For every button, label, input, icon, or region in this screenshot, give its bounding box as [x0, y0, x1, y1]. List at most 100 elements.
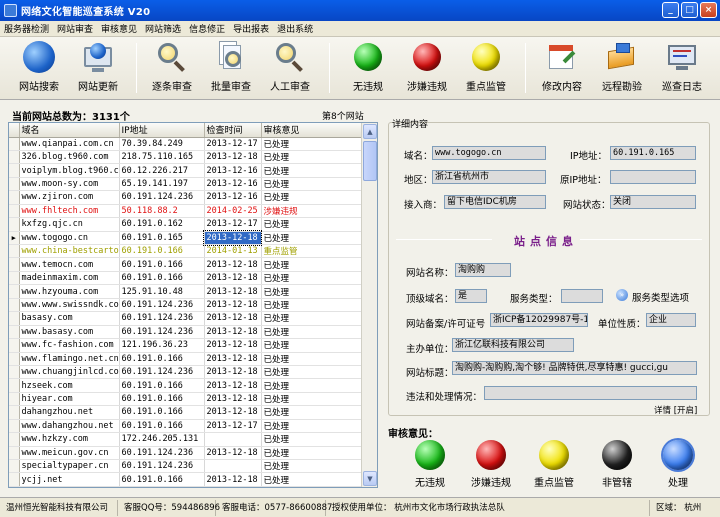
- batch-review-button[interactable]: 批量审查: [202, 41, 260, 97]
- cell-ip[interactable]: 60.191.124.236: [119, 446, 205, 461]
- row-indicator[interactable]: [9, 392, 20, 407]
- review-not-jurisdiction-button[interactable]: 非管辖: [587, 440, 647, 489]
- row-indicator[interactable]: [9, 325, 20, 340]
- row-indicator[interactable]: [9, 378, 20, 393]
- cell-ip[interactable]: 121.196.36.23: [119, 338, 205, 353]
- row-indicator[interactable]: [9, 217, 20, 232]
- cell-review[interactable]: 涉嫌违规: [261, 204, 363, 219]
- cell-domain[interactable]: www.china-bestcartoo: [19, 244, 120, 259]
- cell-domain[interactable]: www.fhltech.com: [19, 204, 120, 219]
- cell-review[interactable]: 已处理: [261, 177, 363, 192]
- cell-check-time[interactable]: 2013-12-17: [204, 419, 262, 434]
- cell-review[interactable]: 已处理: [261, 163, 363, 178]
- cell-ip[interactable]: 60.191.0.166: [119, 392, 205, 407]
- cell-check-time[interactable]: 2013-12-18: [203, 230, 262, 246]
- modify-content-button[interactable]: 修改内容: [533, 41, 591, 97]
- cell-check-time[interactable]: 2013-12-18: [204, 325, 262, 340]
- cell-check-time[interactable]: 2013-12-18: [204, 405, 262, 420]
- cell-check-time[interactable]: 2013-12-18: [204, 311, 262, 326]
- cell-review[interactable]: 重点监管: [261, 244, 363, 259]
- table-row[interactable]: voiplym.blog.t960.co 60.12.226.217 2013-12…: [9, 163, 363, 178]
- cell-ip[interactable]: 60.191.0.166: [119, 271, 205, 286]
- cell-review[interactable]: 已处理: [261, 190, 363, 205]
- cell-domain[interactable]: www.hzkzy.com: [19, 432, 120, 447]
- cell-review[interactable]: 已处理: [261, 352, 363, 366]
- cell-check-time[interactable]: 2014-01-13: [204, 244, 262, 259]
- review-process-button[interactable]: 处理: [648, 440, 708, 489]
- cell-domain[interactable]: kxfzg.qjc.cn: [19, 217, 120, 232]
- grid-scrollbar[interactable]: ▲ ▼: [361, 123, 377, 487]
- site-search-button[interactable]: 网站搜索: [10, 41, 68, 97]
- cell-review[interactable]: 已处理: [261, 150, 363, 165]
- maximize-button[interactable]: □: [681, 2, 698, 18]
- table-row[interactable]: hzseek.com 60.191.0.166 2013-12-18 已处理: [9, 378, 363, 393]
- row-indicator[interactable]: [9, 365, 20, 380]
- review-key-supervision-button[interactable]: 重点监管: [524, 440, 584, 489]
- cell-domain[interactable]: www.fc-fashion.com: [19, 338, 120, 353]
- cell-review[interactable]: 已处理: [261, 432, 363, 447]
- row-indicator[interactable]: [9, 446, 20, 461]
- table-row[interactable]: www.hzyouma.com 125.91.10.48 2013-12-18 已处理: [9, 284, 363, 299]
- region-field[interactable]: 浙江省杭州市: [432, 170, 546, 184]
- table-row[interactable]: kxfzg.qjc.cn 60.191.0.162 2013-12-17 已处理: [9, 217, 363, 232]
- cell-domain[interactable]: 326.blog.t960.com: [19, 150, 120, 165]
- cell-domain[interactable]: www.qianpai.com.cn: [19, 137, 120, 151]
- cell-ip[interactable]: 60.191.124.236: [119, 311, 205, 326]
- item-review-button[interactable]: 逐条审查: [143, 41, 201, 97]
- table-row[interactable]: www.chuangjinlcd.com 60.191.124.236 2013-1…: [9, 365, 363, 380]
- row-indicator[interactable]: [9, 311, 20, 326]
- cell-review[interactable]: 已处理: [261, 365, 363, 380]
- table-row[interactable]: www.meicun.gov.cn 60.191.124.236 2013-12-1…: [9, 446, 363, 461]
- col-domain[interactable]: 域名: [19, 123, 120, 138]
- cell-domain[interactable]: www.flamingo.net.cn: [19, 352, 120, 366]
- cell-ip[interactable]: 65.19.141.197: [119, 177, 205, 192]
- cell-review[interactable]: 已处理: [261, 459, 363, 474]
- table-row[interactable]: www.basasy.com 60.191.124.236 2013-12-18 已处…: [9, 325, 363, 340]
- cell-review[interactable]: 已处理: [261, 325, 363, 340]
- cell-ip[interactable]: 50.118.88.2: [119, 204, 205, 219]
- cell-review[interactable]: 已处理: [261, 231, 363, 246]
- cell-ip[interactable]: 60.191.0.166: [119, 352, 205, 366]
- cell-ip[interactable]: 60.191.0.166: [119, 244, 205, 259]
- cell-check-time[interactable]: [204, 432, 262, 447]
- ip-field[interactable]: 60.191.0.165: [610, 146, 696, 160]
- row-indicator[interactable]: [9, 405, 20, 420]
- site-grid[interactable]: 域名 IP地址 检查时间 审核意见 www.qianpai.com.cn 70.3…: [8, 122, 378, 488]
- cell-review[interactable]: 已处理: [261, 419, 363, 434]
- unit-nature-field[interactable]: 企业: [646, 313, 696, 327]
- minimize-button[interactable]: _: [662, 2, 679, 18]
- row-indicator[interactable]: [9, 190, 20, 205]
- row-indicator[interactable]: [9, 459, 20, 474]
- cell-review[interactable]: 已处理: [261, 284, 363, 299]
- cell-domain[interactable]: hzseek.com: [19, 378, 120, 393]
- menu-review-opinion[interactable]: 审核意见: [101, 22, 137, 35]
- cell-review[interactable]: 已处理: [261, 298, 363, 313]
- remote-check-button[interactable]: 远程勘验: [593, 41, 651, 97]
- cell-review[interactable]: 已处理: [261, 405, 363, 420]
- menu-site-review[interactable]: 网站审查: [57, 22, 93, 35]
- table-row[interactable]: specialtypaper.cn 60.191.124.236 已处理: [9, 459, 363, 474]
- table-row[interactable]: madeinmaxim.com 60.191.0.166 2013-12-18 已处理: [9, 271, 363, 286]
- table-row[interactable]: 326.blog.t960.com 218.75.110.165 2013-12-1…: [9, 150, 363, 165]
- cell-review[interactable]: 已处理: [261, 311, 363, 326]
- menu-info-fix[interactable]: 信息修正: [189, 22, 225, 35]
- patrol-log-button[interactable]: 巡查日志: [653, 41, 711, 97]
- cell-ip[interactable]: 70.39.84.249: [119, 137, 205, 151]
- cell-domain[interactable]: madeinmaxim.com: [19, 271, 120, 286]
- site-update-button[interactable]: 网站更新: [69, 41, 127, 97]
- row-indicator[interactable]: ▶: [9, 231, 20, 246]
- cell-check-time[interactable]: 2013-12-18: [204, 378, 262, 393]
- table-row[interactable]: www.qianpai.com.cn 70.39.84.249 2013-12-17…: [9, 137, 363, 151]
- table-row[interactable]: www.zjiron.com 60.191.124.236 2013-12-16 已处…: [9, 190, 363, 205]
- cell-domain[interactable]: www.meicun.gov.cn: [19, 446, 120, 461]
- table-row[interactable]: www.moon-sy.com 65.19.141.197 2013-12-16 已处…: [9, 177, 363, 192]
- cell-review[interactable]: 已处理: [261, 446, 363, 461]
- domain-field[interactable]: www.togogo.cn: [432, 146, 546, 160]
- isp-field[interactable]: 留下电信IDC机房: [444, 195, 546, 209]
- row-indicator[interactable]: [9, 163, 20, 178]
- row-indicator[interactable]: [9, 244, 20, 259]
- cell-domain[interactable]: www.basasy.com: [19, 325, 120, 340]
- cell-domain[interactable]: hiyear.com: [19, 392, 120, 407]
- table-row[interactable]: www.china-bestcartoo 60.191.0.166 2014-01-…: [9, 244, 363, 259]
- cell-ip[interactable]: 60.191.0.166: [119, 378, 205, 393]
